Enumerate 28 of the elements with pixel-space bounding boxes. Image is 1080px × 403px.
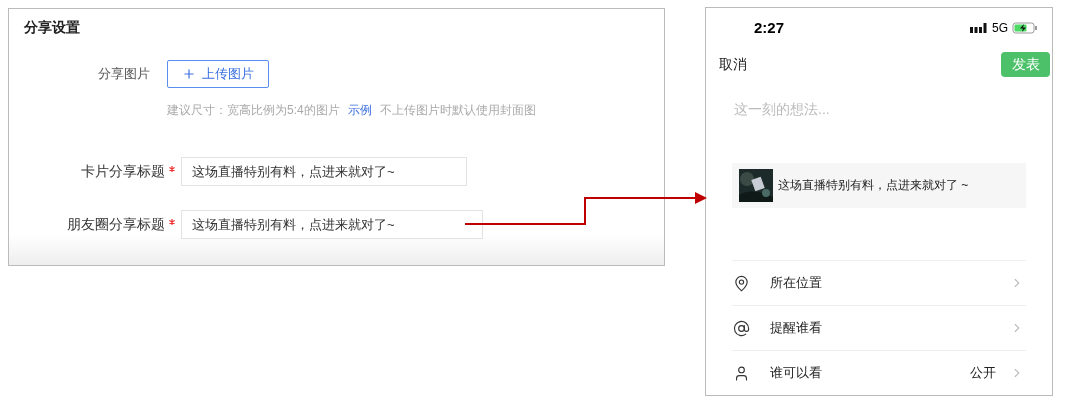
hint-text: 不上传图片时默认使用封面图 [379, 102, 536, 119]
person-icon [733, 364, 750, 382]
cancel-button[interactable]: 取消 [719, 53, 747, 75]
text-input[interactable]: 这场直播特别有料，点进来就对了~ [181, 210, 483, 239]
option-row[interactable]: 提醒谁看 [732, 305, 1026, 350]
field-label: 分享图片 [98, 65, 150, 84]
network-label: 5G [992, 19, 1008, 37]
location-pin-icon [733, 274, 750, 292]
option-label: 所在位置 [770, 274, 823, 293]
field-label: 朋友圈分享标题 [67, 215, 165, 234]
option-label: 谁可以看 [770, 364, 823, 383]
signal-icon [970, 22, 988, 33]
text-input[interactable]: 这场直播特别有料，点进来就对了~ [181, 157, 467, 186]
upload-button[interactable]: 上传图片 [167, 60, 269, 88]
example-link[interactable]: 示例 [347, 101, 372, 119]
option-row[interactable]: 谁可以看 公开 [732, 350, 1026, 395]
option-label: 提醒谁看 [770, 319, 823, 338]
hint-text: 建议尺寸：宽高比例为5:4的图片 [167, 102, 340, 119]
plus-icon [182, 67, 196, 81]
field-label: 卡片分享标题 [81, 162, 165, 181]
at-sign-icon [733, 319, 750, 337]
battery-icon [1012, 21, 1038, 34]
option-value: 公开 [970, 364, 996, 383]
link-card[interactable]: 这场直播特别有料，点进来就对了 ~ [732, 162, 1026, 208]
card-title: 这场直播特别有料，点进来就对了 ~ [778, 177, 969, 195]
panel-title: 分享设置 [24, 18, 81, 37]
status-time: 2:27 [754, 17, 785, 38]
option-row[interactable]: 所在位置 [732, 260, 1026, 305]
